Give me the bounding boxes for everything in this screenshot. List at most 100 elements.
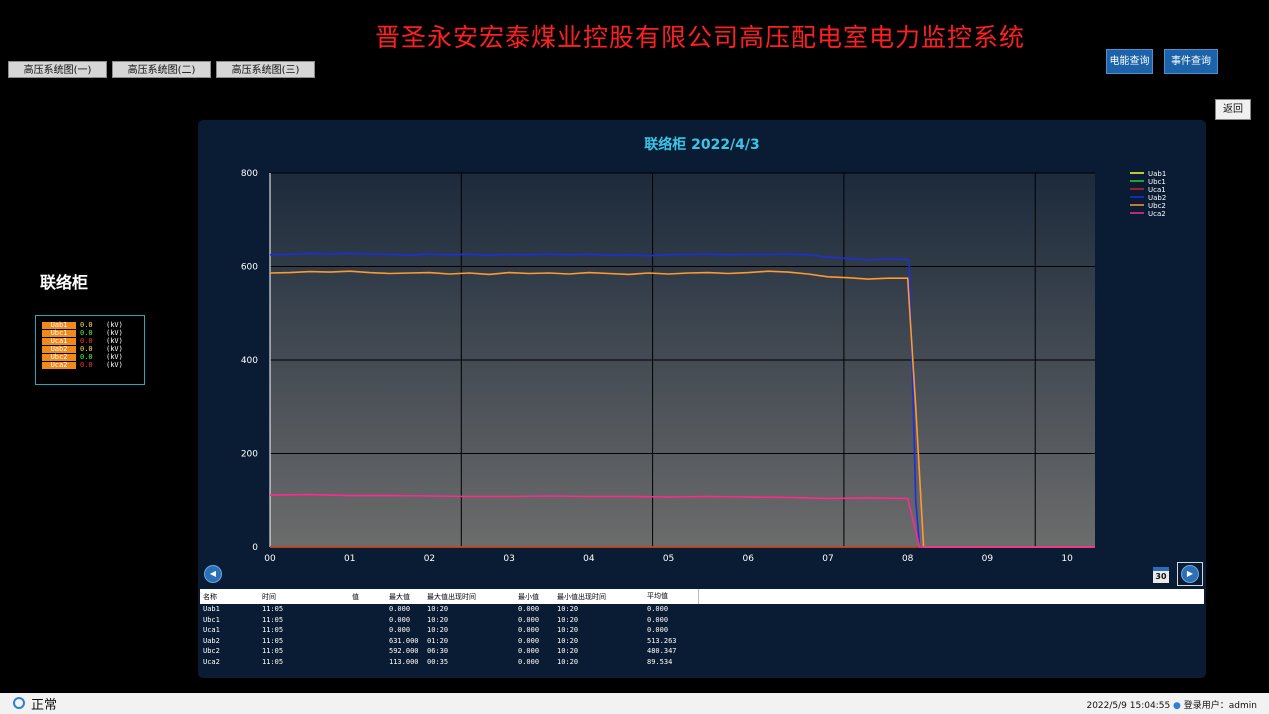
table-row: Uab1 11:05 0.000 10:20 0.000 10:20 0.000 <box>200 604 1204 615</box>
calendar-icon[interactable]: 30 <box>1153 567 1169 583</box>
reading-row: Ubc1 0.0 (kV) <box>42 329 144 337</box>
x-tick-label: 01 <box>344 554 355 564</box>
cell-max-time: 10:20 <box>427 626 449 635</box>
legend-label: Ubc1 <box>1148 178 1166 186</box>
header-name: 名称 <box>203 592 217 601</box>
cell-max: 592.000 <box>389 647 419 656</box>
reading-name: Ubc1 <box>42 329 76 337</box>
table-header: 名称 时间 值 最大值 最大值出现时间 最小值 最小值出现时间 平均值 <box>200 589 1204 604</box>
reading-unit: (kV) <box>106 329 123 337</box>
cell-name: Uab2 <box>203 636 220 645</box>
cell-min-time: 10:20 <box>557 647 579 656</box>
x-tick-label: 10 <box>1061 554 1073 564</box>
status-bar: 正常 2022/5/9 15:04:55 ● 登录用户：admin <box>0 693 1269 714</box>
cell-name: Ubc2 <box>203 647 220 656</box>
x-tick-label: 07 <box>822 554 833 564</box>
x-tick-label: 00 <box>264 554 276 564</box>
table-row: Ubc1 11:05 0.000 10:20 0.000 10:20 0.000 <box>200 615 1204 626</box>
x-tick-label: 06 <box>743 554 755 564</box>
back-button[interactable]: 返回 <box>1215 99 1251 120</box>
x-tick-label: 03 <box>503 554 514 564</box>
cell-name: Uca2 <box>203 657 220 666</box>
reading-unit: (kV) <box>106 345 123 353</box>
cell-min-time: 10:20 <box>557 615 579 624</box>
cell-min-time: 10:20 <box>557 636 579 645</box>
cell-avg: 0.000 <box>647 615 669 624</box>
cell-min-time: 10:20 <box>557 626 579 635</box>
next-day-icon: ▶ <box>1181 565 1199 583</box>
reading-unit: (kV) <box>106 361 123 369</box>
app-title: 晋圣永安宏泰煤业控股有限公司高压配电室电力监控系统 <box>374 23 1025 52</box>
cell-min: 0.000 <box>518 605 540 614</box>
cell-avg: 513.263 <box>647 636 677 645</box>
cell-name: Uca1 <box>203 626 220 635</box>
status-ok-icon <box>13 697 25 709</box>
reading-value: 0.0 <box>80 353 93 361</box>
reading-unit: (kV) <box>106 321 123 329</box>
table-row: Ubc2 11:05 592.000 06:30 0.000 10:20 480… <box>200 646 1204 657</box>
cell-min: 0.000 <box>518 636 540 645</box>
reading-row: Uab1 0.0 (kV) <box>42 321 144 329</box>
reading-row: Ubc2 0.0 (kV) <box>42 353 144 361</box>
reading-unit: (kV) <box>106 353 123 361</box>
user-name: admin <box>1228 701 1257 711</box>
header-avg: 平均值 <box>647 589 699 604</box>
cell-max-time: 10:20 <box>427 605 449 614</box>
legend-label: Uca2 <box>1148 210 1166 218</box>
cell-max: 0.000 <box>389 615 411 624</box>
cell-name: Ubc1 <box>203 615 220 624</box>
cell-time: 11:05 <box>262 647 284 656</box>
cell-min-time: 10:20 <box>557 605 579 614</box>
user-label: 登录用户： <box>1183 701 1229 711</box>
cell-time: 11:05 <box>262 626 284 635</box>
nav-button-system-1[interactable]: 高压系统图(一) <box>8 61 107 78</box>
cell-max: 113.000 <box>389 657 419 666</box>
panel-name: 联络柜 <box>40 273 89 292</box>
reading-value: 0.0 <box>80 361 93 369</box>
cell-time: 11:05 <box>262 615 284 624</box>
reading-value: 0.0 <box>80 345 93 353</box>
legend-label: Uab2 <box>1148 194 1166 202</box>
cell-max: 0.000 <box>389 626 411 635</box>
status-info: 2022/5/9 15:04:55 ● 登录用户：admin <box>1086 698 1257 711</box>
reading-name: Uca2 <box>42 361 76 369</box>
statistics-table: 名称 时间 值 最大值 最大值出现时间 最小值 最小值出现时间 平均值 Uab1… <box>200 589 1204 667</box>
table-row: Uca2 11:05 113.000 00:35 0.000 10:20 89.… <box>200 657 1204 668</box>
cell-max-time: 01:20 <box>427 636 449 645</box>
x-tick-label: 08 <box>902 554 914 564</box>
reading-name: Uca1 <box>42 337 76 345</box>
legend-label: Uab1 <box>1148 170 1166 178</box>
reading-name: Uab1 <box>42 321 76 329</box>
table-row: Uab2 11:05 631.000 01:20 0.000 10:20 513… <box>200 636 1204 647</box>
voltage-chart: 020040060080000 01 02 03 04 05 06 07 08 09 10Uab1U… <box>241 169 1167 564</box>
x-tick-label: 02 <box>424 554 435 564</box>
nav-button-system-3[interactable]: 高压系统图(三) <box>216 61 315 78</box>
voltage-readings-box: Uab1 0.0 (kV) Ubc1 0.0 (kV) Uca1 0.0 (kV… <box>35 315 145 385</box>
cell-min: 0.000 <box>518 626 540 635</box>
cell-max-time: 00:35 <box>427 657 449 666</box>
status-datetime: 2022/5/9 15:04:55 <box>1086 701 1171 711</box>
cell-max-time: 06:30 <box>427 647 449 656</box>
cell-name: Uab1 <box>203 605 220 614</box>
reading-value: 0.0 <box>80 329 93 337</box>
cell-max: 0.000 <box>389 605 411 614</box>
next-day-button[interactable]: ▶ <box>1177 562 1203 586</box>
x-tick-label: 05 <box>663 554 674 564</box>
reading-value: 0.0 <box>80 321 93 329</box>
header-time: 时间 <box>262 592 276 601</box>
cell-avg: 480.347 <box>647 647 677 656</box>
status-text: 正常 <box>31 698 58 713</box>
reading-value: 0.0 <box>80 337 93 345</box>
previous-day-icon[interactable]: ◀ <box>204 565 222 583</box>
cell-time: 11:05 <box>262 605 284 614</box>
reading-name: Ubc2 <box>42 353 76 361</box>
energy-query-button[interactable]: 电能查询 <box>1106 49 1153 74</box>
event-query-button[interactable]: 事件查询 <box>1164 49 1218 74</box>
cell-min-time: 10:20 <box>557 657 579 666</box>
reading-row: Uca1 0.0 (kV) <box>42 337 144 345</box>
reading-row: Uca2 0.0 (kV) <box>42 361 144 369</box>
nav-button-system-2[interactable]: 高压系统图(二) <box>112 61 211 78</box>
header-value: 值 <box>352 592 359 601</box>
reading-unit: (kV) <box>106 337 123 345</box>
table-row: Uca1 11:05 0.000 10:20 0.000 10:20 0.000 <box>200 625 1204 636</box>
